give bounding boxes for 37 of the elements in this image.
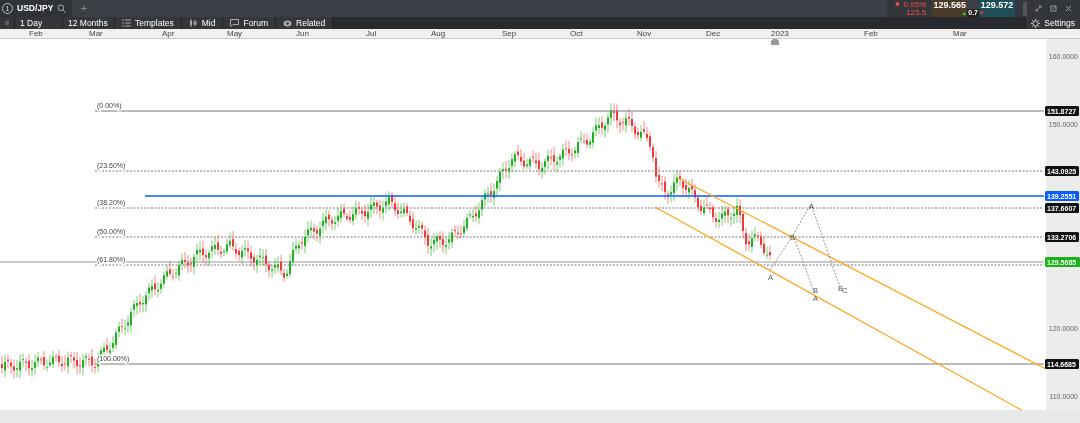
search-icon[interactable] <box>57 4 67 13</box>
change-percent: ▼ 0.95% <box>893 0 927 9</box>
month-label: Feb <box>864 29 878 38</box>
month-label: Dec <box>706 29 721 38</box>
month-label: Sep <box>502 29 517 38</box>
toolbar-button[interactable]: Templates <box>115 17 182 29</box>
month-label: 2023 <box>771 29 789 38</box>
eye-icon <box>283 19 292 27</box>
list-icon <box>122 19 131 27</box>
candles-icon <box>188 19 198 27</box>
change-points: 125.5 <box>905 8 927 17</box>
toolbar-button[interactable]: 12 Months <box>63 17 115 29</box>
month-label: Jul <box>366 29 377 38</box>
month-label: Mar <box>89 29 103 38</box>
drag-handle-icon[interactable] <box>1023 1 1027 16</box>
symbol-tab[interactable]: USD/JPY <box>17 2 54 15</box>
toolbar-button[interactable]: Forum <box>223 17 276 29</box>
layout-button[interactable] <box>0 17 15 29</box>
month-label: Jun <box>296 29 309 38</box>
wave-path[interactable] <box>769 203 841 288</box>
toolbar-button[interactable]: 1 Day <box>15 17 63 29</box>
close-icon[interactable] <box>1065 5 1072 12</box>
grid-icon <box>5 19 9 27</box>
toolbar-button[interactable]: Mid <box>181 17 224 29</box>
month-label: Mar <box>953 29 967 38</box>
channel-upper-line[interactable] <box>677 177 1047 370</box>
month-label: Apr <box>162 29 175 38</box>
month-label: Aug <box>431 29 446 38</box>
month-label: Feb <box>29 29 43 38</box>
month-label: Oct <box>570 29 583 38</box>
popout-icon[interactable] <box>1050 5 1057 12</box>
settings-button[interactable]: Settings <box>1025 17 1080 29</box>
speech-bubble-icon <box>230 19 240 27</box>
month-label: Nov <box>637 29 652 38</box>
minimize-icon[interactable] <box>1035 5 1042 12</box>
month-label: May <box>227 29 243 38</box>
toolbar-button[interactable]: Related <box>276 17 334 29</box>
